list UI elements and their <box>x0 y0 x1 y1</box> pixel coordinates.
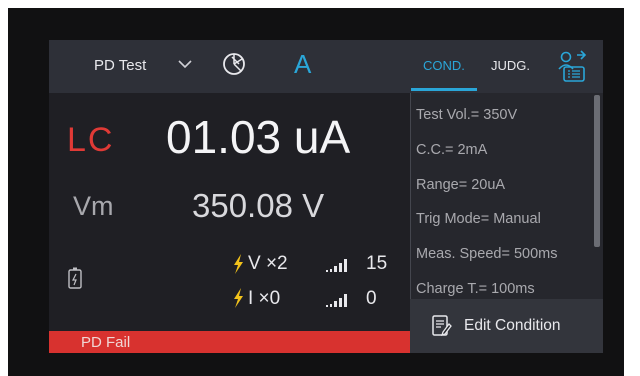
lightning-icon <box>234 288 243 308</box>
user-list-icon[interactable] <box>555 49 589 83</box>
status-bar: PD Fail <box>49 331 410 353</box>
test-mode-label[interactable]: PD Test <box>94 57 146 74</box>
signal-bars-icon <box>326 259 347 272</box>
current-count: I ×0 <box>248 288 281 309</box>
tab-conditions[interactable]: COND. <box>423 58 465 73</box>
active-tab-indicator <box>411 88 477 91</box>
condition-item: Trig Mode= Manual <box>416 211 541 227</box>
signal-count: 15 <box>366 253 388 274</box>
chevron-down-icon[interactable] <box>177 57 193 71</box>
lightning-icon <box>234 254 243 274</box>
edit-condition-button[interactable]: Edit Condition <box>410 299 603 353</box>
condition-item: Meas. Speed= 500ms <box>416 246 558 262</box>
edit-document-icon <box>432 315 452 337</box>
vm-label: Vm <box>73 191 114 221</box>
vm-value: 350.08 V <box>192 187 325 224</box>
condition-item: Range= 20uA <box>416 177 506 193</box>
status-text: PD Fail <box>81 334 131 351</box>
scrollbar-thumb[interactable] <box>594 95 600 247</box>
condition-list[interactable]: Test Vol.= 350V C.C.= 2mA Range= 20uA Tr… <box>410 93 592 299</box>
measurement-area: LC 01.03 uA Vm 350.08 V V ×2 I ×0 15 0 <box>49 93 409 353</box>
condition-panel: Test Vol.= 350V C.C.= 2mA Range= 20uA Tr… <box>410 93 603 353</box>
signal-bars-icon <box>326 294 347 307</box>
pie-chart-icon[interactable] <box>221 51 247 77</box>
instrument-screen: PD Test A COND. JUDG. LC 01.03 uA Vm 350… <box>49 40 603 353</box>
condition-item: C.C.= 2mA <box>416 142 488 158</box>
signal-count: 0 <box>366 288 377 309</box>
ammeter-symbol[interactable]: A <box>294 49 311 80</box>
voltage-count: V ×2 <box>248 253 288 274</box>
battery-icon <box>68 267 82 289</box>
condition-item: Test Vol.= 350V <box>416 107 518 123</box>
lc-label: LC <box>67 121 115 159</box>
tab-judgement[interactable]: JUDG. <box>491 58 530 73</box>
top-bar: PD Test A COND. JUDG. <box>49 40 603 93</box>
edit-condition-label: Edit Condition <box>464 317 561 334</box>
condition-item: Charge T.= 100ms <box>416 281 535 297</box>
lc-value: 01.03 uA <box>166 111 351 163</box>
